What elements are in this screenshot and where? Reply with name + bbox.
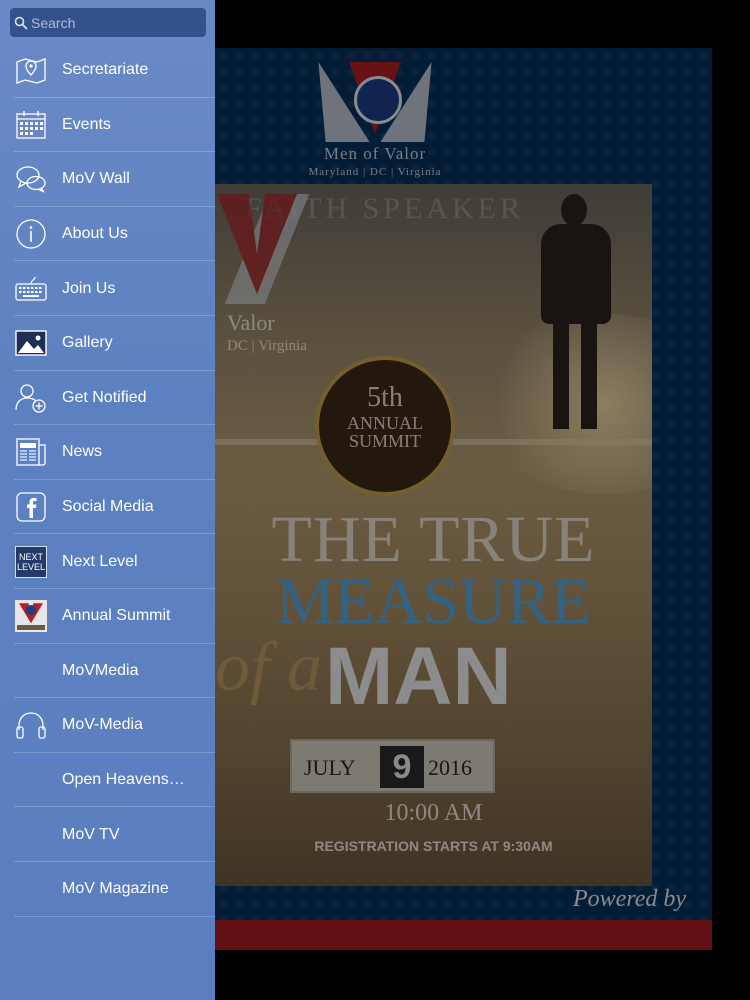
menu-item-open-heavens[interactable]: Open Heavens… (0, 753, 215, 808)
picture-icon (14, 326, 48, 360)
menu-label: About Us (62, 225, 128, 243)
menu-item-about-us[interactable]: About Us (0, 207, 215, 262)
info-icon (14, 217, 48, 251)
menu-item-get-notified[interactable]: Get Notified (0, 371, 215, 426)
next-level-icon: NEXT LEVEL (14, 545, 48, 579)
search-bar[interactable] (10, 8, 206, 37)
menu-label: MoV Wall (62, 170, 130, 188)
keyboard-icon (14, 272, 48, 306)
menu-item-secretariate[interactable]: Secretariate (0, 43, 215, 98)
annual-summit-icon (14, 599, 48, 633)
search-icon (14, 16, 28, 29)
menu-label: Annual Summit (62, 607, 171, 625)
map-pin-icon (14, 53, 48, 87)
side-menu: Secretariate Events MoV Wall About Us Jo… (0, 0, 215, 1000)
menu-label: MoV Magazine (62, 880, 169, 898)
menu-item-gallery[interactable]: Gallery (0, 316, 215, 371)
menu-label: Get Notified (62, 388, 147, 406)
menu-item-movmedia[interactable]: MoVMedia (0, 644, 215, 699)
calendar-icon (14, 108, 48, 142)
menu-label: Events (62, 115, 111, 133)
menu-label: MoV TV (62, 825, 120, 843)
headphones-icon (14, 708, 48, 742)
next-level-icon-line1: NEXT (18, 551, 43, 562)
next-level-icon-line2: LEVEL (16, 561, 46, 572)
menu-label: Open Heavens… (62, 771, 185, 789)
add-user-icon (14, 381, 48, 415)
menu-item-mov-wall[interactable]: MoV Wall (0, 152, 215, 207)
menu-label: News (62, 443, 103, 461)
menu-item-social-media[interactable]: Social Media (0, 480, 215, 535)
menu-item-mov-magazine[interactable]: MoV Magazine (0, 862, 215, 917)
menu-label: Social Media (62, 498, 154, 516)
menu-label: Join Us (62, 279, 116, 297)
menu-label: Secretariate (62, 61, 149, 79)
newspaper-icon (14, 435, 48, 469)
menu-label: MoV-Media (62, 716, 143, 734)
facebook-icon (14, 490, 48, 524)
menu-label: Gallery (62, 334, 113, 352)
menu-item-next-level[interactable]: NEXT LEVEL Next Level (0, 534, 215, 589)
menu-item-annual-summit[interactable]: Annual Summit (0, 589, 215, 644)
menu-list: Secretariate Events MoV Wall About Us Jo… (0, 43, 215, 917)
menu-item-join-us[interactable]: Join Us (0, 261, 215, 316)
menu-label: Next Level (62, 552, 138, 570)
menu-item-mov-tv[interactable]: MoV TV (0, 807, 215, 862)
search-input[interactable] (31, 14, 201, 31)
menu-item-news[interactable]: News (0, 425, 215, 480)
menu-item-mov-media[interactable]: MoV-Media (0, 698, 215, 753)
chat-bubbles-icon (14, 162, 48, 196)
menu-label: MoVMedia (62, 661, 139, 679)
menu-item-events[interactable]: Events (0, 98, 215, 153)
